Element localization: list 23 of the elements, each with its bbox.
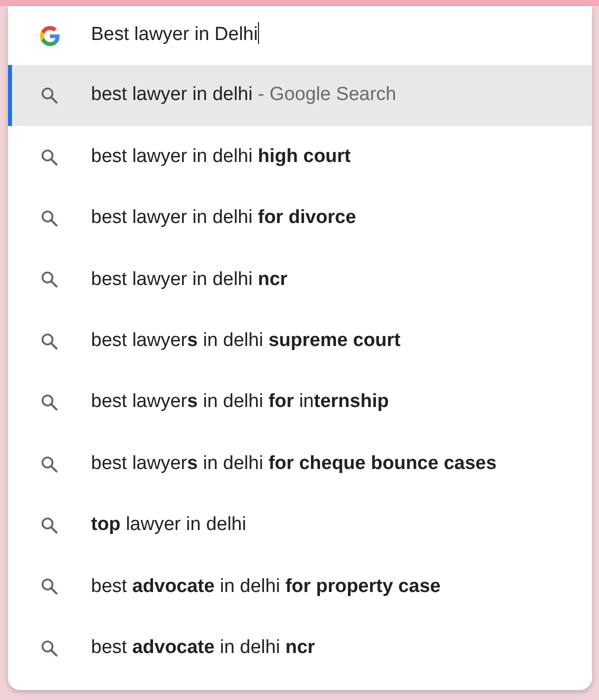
search-icon bbox=[41, 332, 58, 350]
search-icon bbox=[41, 516, 58, 534]
suggestion-source: - Google Search bbox=[256, 83, 396, 108]
search-icon bbox=[41, 456, 58, 473]
suggestion-item[interactable]: best advocate in delhi for property case bbox=[8, 556, 592, 618]
search-icon bbox=[41, 210, 58, 227]
suggestion-item[interactable]: best lawyer in delhi ncr bbox=[8, 249, 592, 311]
suggestion-item[interactable]: best advocate in delhi ncr bbox=[8, 618, 592, 679]
suggestion-item[interactable]: best lawyers in delhi for cheque bounce cases bbox=[8, 433, 592, 495]
suggestion-item[interactable]: best lawyer in delhi - Google Search bbox=[8, 65, 592, 126]
search-icon bbox=[41, 578, 58, 596]
search-icon bbox=[41, 271, 58, 288]
omnibox-field[interactable]: Best lawyer in Delhi bbox=[91, 21, 592, 50]
google-logo-icon bbox=[40, 26, 60, 46]
suggestion-item[interactable]: best lawyers in delhi supreme court bbox=[8, 310, 592, 372]
suggestion-item[interactable]: best lawyer in delhi for divorce bbox=[8, 188, 592, 250]
suggestion-item[interactable]: best lawyers in delhi for internship bbox=[8, 372, 592, 434]
search-icon bbox=[41, 640, 58, 657]
search-icon bbox=[41, 148, 58, 166]
suggestion-item[interactable]: best lawyer in delhi high court bbox=[8, 126, 592, 188]
suggestion-item[interactable]: top lawyer in delhi bbox=[8, 494, 592, 556]
search-icon bbox=[41, 394, 58, 412]
search-icon bbox=[41, 87, 58, 104]
